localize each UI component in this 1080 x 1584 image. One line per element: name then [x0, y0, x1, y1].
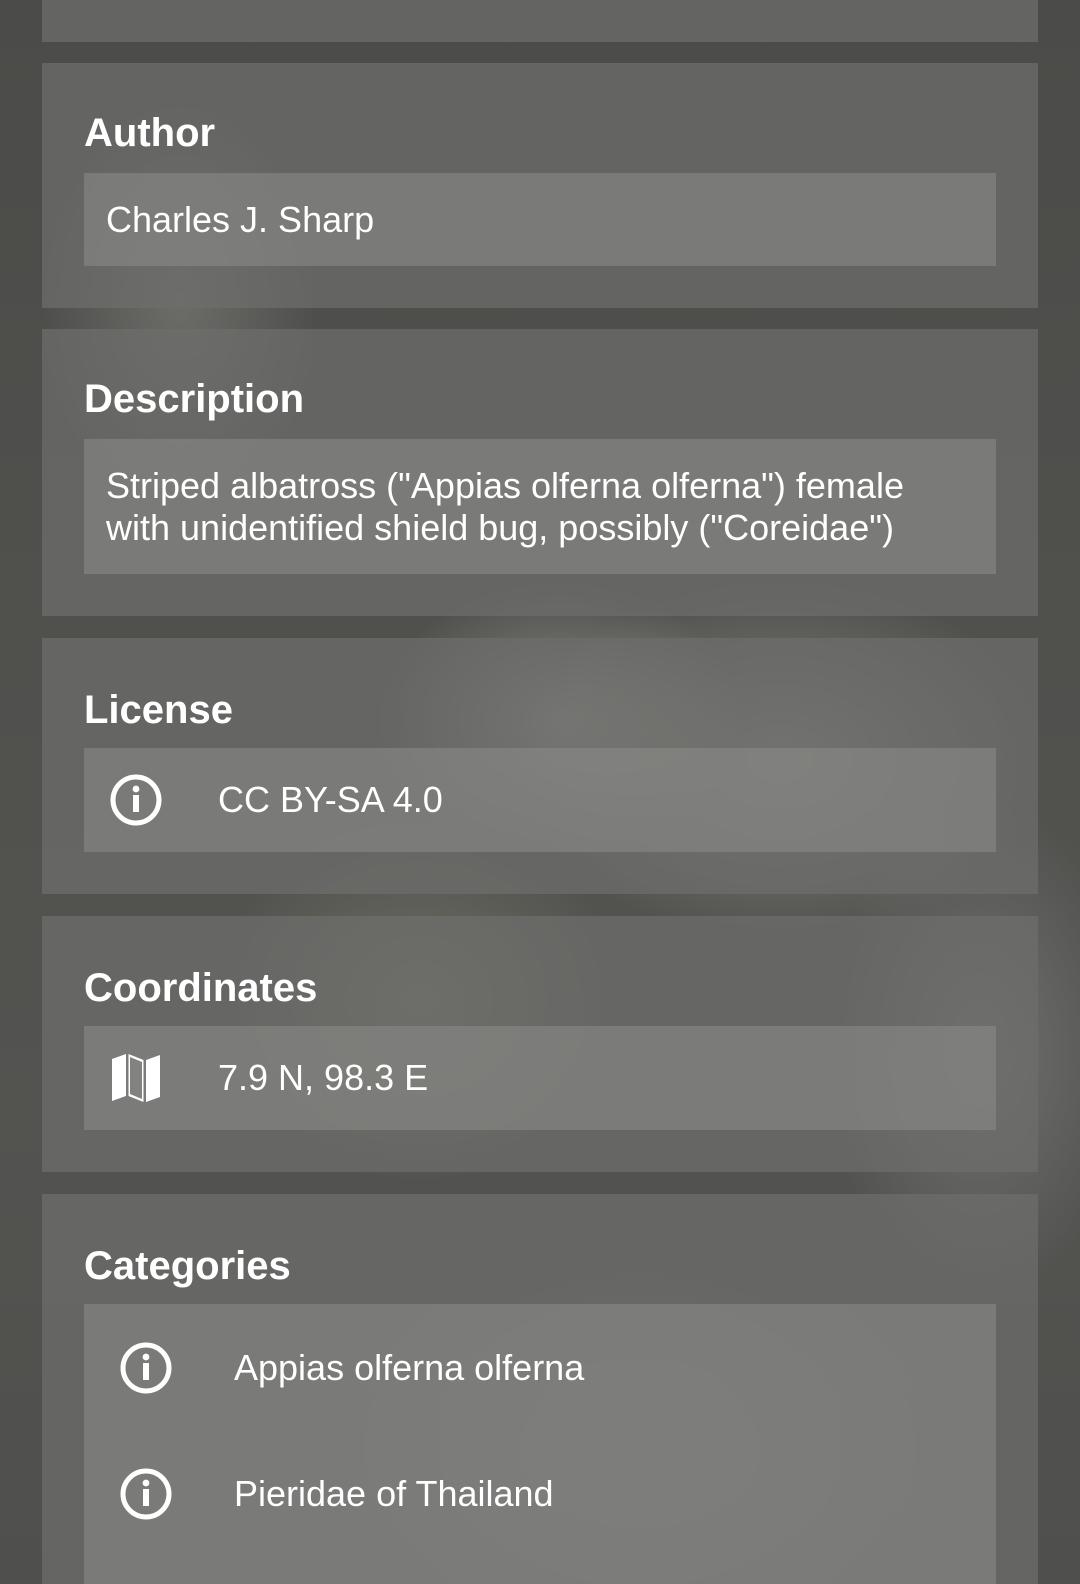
- info-icon: [118, 1466, 174, 1522]
- description-title: Description: [84, 377, 305, 421]
- license-value: CC BY-SA 4.0: [218, 779, 443, 820]
- author-title: Author: [84, 111, 216, 155]
- description-value: Striped albatross ("Appias olferna olfer…: [84, 439, 996, 574]
- categories-list: Appias olferna olferna Pieridae of Thail…: [84, 1304, 996, 1584]
- info-icon: [108, 772, 164, 828]
- author-value: Charles J. Sharp: [84, 173, 996, 266]
- category-item[interactable]: Pieridae of Thailand: [118, 1464, 554, 1524]
- license-title: License: [84, 688, 233, 732]
- previous-card: [42, 0, 1038, 42]
- info-icon: [118, 1340, 174, 1396]
- map-icon: [108, 1050, 164, 1106]
- coordinates-title: Coordinates: [84, 966, 318, 1010]
- description-card: Description Striped albatross ("Appias o…: [42, 329, 1038, 616]
- coordinates-field[interactable]: 7.9 N, 98.3 E: [84, 1026, 996, 1130]
- categories-card: Categories Appias olferna olferna Pierid: [42, 1194, 1038, 1584]
- license-field[interactable]: CC BY-SA 4.0: [84, 748, 996, 852]
- author-card: Author Charles J. Sharp: [42, 63, 1038, 308]
- license-card: License CC BY-SA 4.0: [42, 638, 1038, 894]
- coordinates-value: 7.9 N, 98.3 E: [218, 1057, 429, 1098]
- coordinates-card: Coordinates 7.9 N, 98.3 E: [42, 916, 1038, 1172]
- category-item[interactable]: Appias olferna olferna: [118, 1338, 584, 1398]
- category-label: Pieridae of Thailand: [234, 1473, 554, 1514]
- category-label: Appias olferna olferna: [234, 1347, 585, 1388]
- categories-title: Categories: [84, 1244, 291, 1288]
